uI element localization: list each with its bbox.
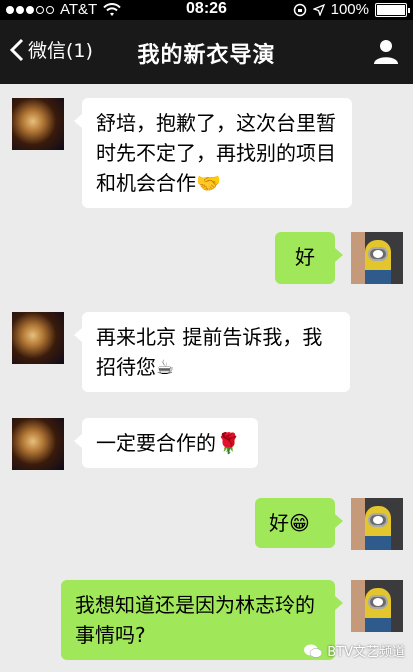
- battery-percent: 100%: [330, 1, 369, 18]
- contact-avatar[interactable]: [12, 98, 64, 150]
- watermark-text: BTV文艺频道: [327, 645, 405, 660]
- chat-area[interactable]: 舒培，抱歉了，这次台里暂时先不定了，再找别的项目和机会合作🤝 好 再来北京 提前…: [0, 84, 413, 672]
- message-bubble-outgoing[interactable]: 我想知道还是因为林志玲的事情吗?: [61, 580, 343, 660]
- my-avatar[interactable]: [351, 498, 403, 550]
- contact-avatar[interactable]: [12, 418, 64, 470]
- profile-icon[interactable]: [373, 38, 399, 64]
- message-bubble-incoming[interactable]: 再来北京 提前告诉我，我招待您☕: [74, 312, 350, 392]
- message-bubble-outgoing[interactable]: 好😁: [255, 498, 343, 548]
- rotation-lock-icon: [293, 3, 306, 16]
- wechat-logo-icon: [304, 644, 323, 658]
- status-bar: AT&T 08:26 100%: [0, 0, 413, 20]
- message-bubble-incoming[interactable]: 舒培，抱歉了，这次台里暂时先不定了，再找别的项目和机会合作🤝: [74, 98, 352, 208]
- chat-title: 我的新衣导演: [137, 43, 276, 68]
- my-avatar[interactable]: [351, 232, 403, 284]
- nav-bar: 微信(1) 我的新衣导演: [0, 20, 413, 84]
- message-bubble-incoming[interactable]: 一定要合作的🌹: [74, 418, 258, 468]
- watermark: BTV文艺频道: [303, 641, 405, 660]
- status-right: 100%: [293, 1, 410, 18]
- battery-icon: [375, 2, 410, 17]
- contact-avatar[interactable]: [12, 312, 64, 364]
- my-avatar[interactable]: [351, 580, 403, 632]
- message-bubble-outgoing[interactable]: 好: [275, 232, 343, 284]
- location-arrow-icon: [312, 3, 325, 16]
